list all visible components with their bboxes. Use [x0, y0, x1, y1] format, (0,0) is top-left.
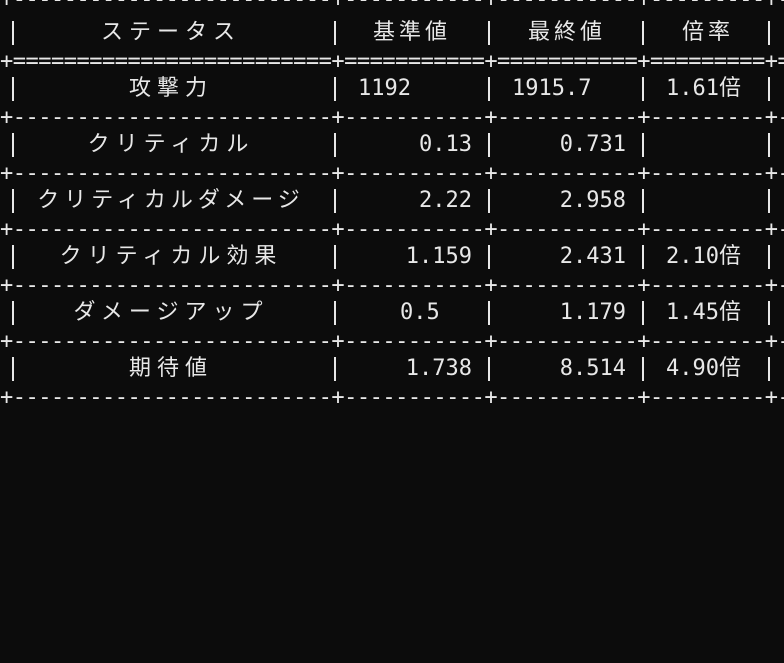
table-row: 攻撃力 1192 1915.7 1.61倍	[0, 75, 784, 103]
column-divider	[488, 77, 490, 101]
column-divider	[488, 357, 490, 381]
row-status-name: クリティカル	[87, 132, 255, 157]
table-row: 期待値 1.738 8.514 4.90倍	[0, 355, 784, 383]
row-base-value: 1.738	[405, 356, 472, 381]
terminal-window: +-------------------------+-----------+-…	[0, 0, 784, 424]
table-row: ダメージアップ 0.5 1.179 1.45倍	[0, 299, 784, 327]
column-divider	[768, 301, 770, 325]
column-divider	[488, 21, 490, 45]
row-status-name: クリティカルダメージ	[37, 188, 305, 213]
column-divider	[642, 245, 644, 269]
row-ratio	[666, 187, 776, 215]
column-divider	[768, 357, 770, 381]
row-separator: +-------------------------+-----------+-…	[0, 329, 784, 354]
column-divider	[768, 77, 770, 101]
column-divider	[488, 189, 490, 213]
column-divider	[642, 301, 644, 325]
header-ratio: 倍率	[681, 20, 734, 45]
row-base-value: 1.159	[405, 244, 472, 269]
row-separator: +-------------------------+-----------+-…	[0, 161, 784, 186]
header-base-value: 基準値	[372, 20, 451, 45]
column-divider	[768, 189, 770, 213]
column-divider	[488, 133, 490, 157]
row-final-value: 2.431	[559, 244, 626, 269]
row-ratio: 2.10倍	[666, 244, 741, 269]
column-divider	[488, 301, 490, 325]
table-header-row: ステータス 基準値 最終値 倍率	[0, 19, 784, 47]
row-ratio: 1.61倍	[666, 76, 741, 101]
row-base-value: 2.22	[419, 188, 472, 213]
column-divider	[334, 357, 336, 381]
row-ratio: 1.45倍	[666, 300, 741, 325]
row-status-name: クリティカル効果	[59, 244, 283, 269]
column-divider	[768, 245, 770, 269]
row-separator: +-------------------------+-----------+-…	[0, 105, 784, 130]
row-final-value: 1.179	[559, 300, 626, 325]
table-border-bottom: +-------------------------+-----------+-…	[0, 385, 784, 410]
row-final-value: 1915.7	[512, 76, 592, 101]
row-final-value: 8.514	[559, 356, 626, 381]
table-row: クリティカル 0.13 0.731	[0, 131, 784, 159]
column-divider	[334, 301, 336, 325]
column-divider	[642, 133, 644, 157]
column-divider	[642, 357, 644, 381]
column-divider	[334, 133, 336, 157]
header-status: ステータス	[100, 20, 241, 45]
column-divider	[334, 21, 336, 45]
table-header-separator: +=========================+===========+=…	[0, 49, 784, 74]
row-ratio: 4.90倍	[666, 356, 741, 381]
column-divider	[642, 77, 644, 101]
row-status-name: 攻撃力	[128, 76, 213, 101]
column-divider	[768, 133, 770, 157]
row-status-name: ダメージアップ	[73, 300, 269, 325]
column-divider	[488, 245, 490, 269]
row-separator: +-------------------------+-----------+-…	[0, 273, 784, 298]
header-final-value: 最終値	[527, 20, 606, 45]
row-status-name: 期待値	[128, 356, 213, 381]
column-divider	[642, 189, 644, 213]
column-divider	[768, 21, 770, 45]
row-final-value: 2.958	[559, 188, 626, 213]
table-row: クリティカルダメージ 2.22 2.958	[0, 187, 784, 215]
column-divider	[642, 21, 644, 45]
column-divider	[334, 245, 336, 269]
table-border-top: +-------------------------+-----------+-…	[0, 0, 784, 14]
row-base-value: 1192	[358, 76, 411, 101]
row-final-value: 0.731	[559, 132, 626, 157]
column-divider	[334, 189, 336, 213]
row-base-value: 0.13	[419, 132, 472, 157]
column-divider	[334, 77, 336, 101]
row-ratio	[666, 131, 776, 159]
row-separator: +-------------------------+-----------+-…	[0, 217, 784, 242]
table-row: クリティカル効果 1.159 2.431 2.10倍	[0, 243, 784, 271]
